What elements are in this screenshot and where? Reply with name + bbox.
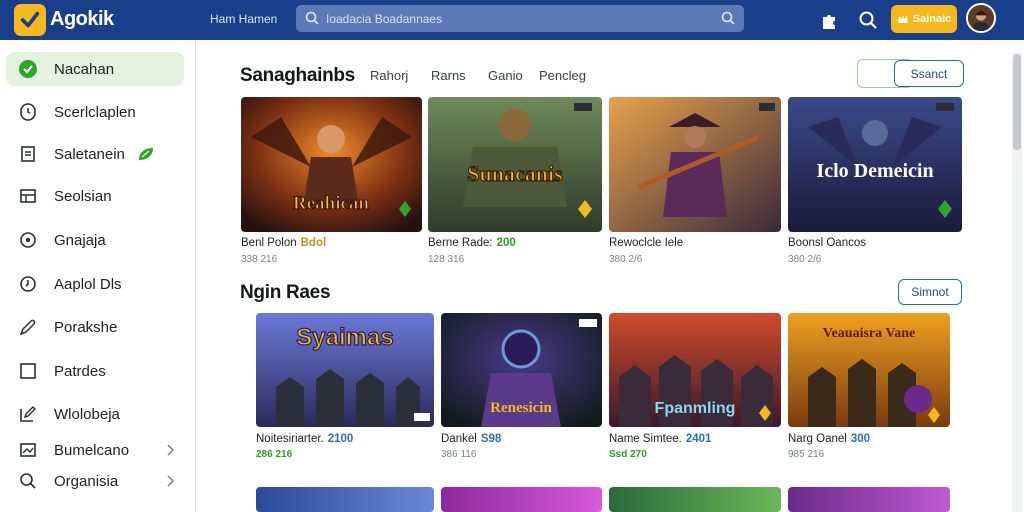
sidebar-item-selection[interactable]: Saletanein <box>6 137 184 171</box>
see-more-button[interactable]: Simnot <box>898 279 962 305</box>
sidebar-item-label: Porakshe <box>54 319 118 336</box>
search-icon <box>20 473 36 489</box>
sidebar-item-label: Aaplol Dls <box>54 276 122 293</box>
tab-rarns[interactable]: Rarns <box>431 68 466 83</box>
sidebar-item-label: Seolsian <box>54 188 112 205</box>
avatar[interactable] <box>966 3 996 33</box>
chevron-right-icon <box>167 444 175 456</box>
circle-icon <box>20 232 36 248</box>
card-title: Berne Rade: 200 <box>428 237 516 249</box>
sidebar-item-general[interactable]: Gnajaja <box>6 223 184 257</box>
search-bar[interactable] <box>296 5 744 32</box>
sidebar-item-parties[interactable]: Patrdes <box>6 354 184 388</box>
sidebar-item-label: Nacahan <box>54 61 115 78</box>
search-submit-icon[interactable] <box>720 10 736 26</box>
image-icon <box>20 443 36 457</box>
card-subtitle: 380 2/6 <box>609 254 643 265</box>
sidebar-item-label: Patrdes <box>54 363 106 380</box>
edit-icon <box>20 406 36 422</box>
game-card[interactable] <box>441 487 602 512</box>
card-subtitle: Ssd 270 <box>609 449 647 460</box>
sidebar: Nacahan Scerlclaplen Saletanein Seolsian… <box>0 40 196 512</box>
card-subtitle: 338 216 <box>241 254 278 265</box>
card-title: Rewoclcle Iele <box>609 237 684 249</box>
game-card[interactable]: Fpanmling <box>609 313 781 427</box>
sidebar-item-label: Organisia <box>54 473 119 490</box>
tab-recent[interactable]: Rahorj <box>370 68 408 83</box>
pen-icon <box>19 319 36 336</box>
game-card[interactable] <box>256 487 434 512</box>
card-title: Benl Polon Bdol <box>241 237 327 249</box>
document-icon <box>21 146 35 162</box>
game-card[interactable] <box>609 97 781 232</box>
card-art-title: Reahican <box>293 193 369 214</box>
search-input[interactable] <box>326 9 706 28</box>
game-card[interactable]: Renesicin <box>441 313 602 427</box>
card-art-title: Veauaisra Vane <box>823 326 915 341</box>
card-art-title: Fpanmling <box>655 400 736 417</box>
sidebar-item-session[interactable]: Seolsian <box>6 179 184 213</box>
card-subtitle: 985 216 <box>788 449 825 460</box>
search-icon[interactable] <box>857 9 879 31</box>
coins-button[interactable]: Sainaic <box>891 5 957 33</box>
game-card[interactable] <box>609 487 781 512</box>
puzzle-icon[interactable] <box>818 9 840 31</box>
home-link[interactable]: Ham Hamen <box>210 12 277 26</box>
card-subtitle: 380 2/6 <box>788 254 822 265</box>
card-art-title: Syaimas <box>296 324 393 351</box>
sidebar-item-organisia[interactable]: Organisia <box>6 464 184 498</box>
sidebar-item-label: Bumelcano <box>54 442 130 459</box>
tab-pencleg[interactable]: Pencleg <box>539 68 586 83</box>
game-card[interactable]: Sunacanis <box>428 97 602 232</box>
game-card[interactable] <box>788 487 950 512</box>
sidebar-item-label: Gnajaja <box>54 232 106 249</box>
sidebar-item-home[interactable]: Nacahan <box>6 52 184 86</box>
sidebar-item-label: Wlolobeja <box>54 406 120 423</box>
check-circle-icon <box>19 60 37 78</box>
card-art-title: Renesicin <box>490 400 552 416</box>
card-art-title: Sunacanis <box>467 161 563 186</box>
game-card[interactable]: Veauaisra Vane <box>788 313 950 427</box>
card-subtitle: 286 216 <box>256 449 293 460</box>
sidebar-item-bumelcano[interactable]: Bumelcano <box>6 433 184 467</box>
section-title: Sanaghainbs <box>240 65 355 86</box>
card-title: Name Simtee. 2401 <box>609 433 712 445</box>
tab-ganio[interactable]: Ganio <box>488 68 523 83</box>
sidebar-item-parks[interactable]: Porakshe <box>6 310 184 344</box>
card-subtitle: 128 316 <box>428 254 465 265</box>
top-bar: Agokik Ham Hamen Sainaic <box>0 0 1024 40</box>
game-card[interactable]: Syaimas <box>256 313 434 427</box>
search-section-button[interactable]: Ssanct <box>894 60 964 87</box>
square-icon <box>20 363 36 379</box>
game-card[interactable]: Iclo Demeicin <box>788 97 962 232</box>
sidebar-item-schedule[interactable]: Scerlclaplen <box>6 95 184 129</box>
sidebar-item-label: Saletanein <box>54 146 125 163</box>
scrollbar-thumb[interactable] <box>1013 54 1021 150</box>
card-title: Boonsl Oancos <box>788 237 866 249</box>
section-title: Ngin Raes <box>240 282 331 303</box>
coins-label: Sainaic <box>912 13 952 25</box>
search-icon <box>305 11 319 25</box>
clock-icon <box>20 103 36 121</box>
sidebar-item-workshop[interactable]: Wlolobeja <box>6 397 184 431</box>
card-title: Noitesiriarter. 2100 <box>256 433 354 445</box>
card-subtitle: 386 116 <box>441 449 477 460</box>
app-brand[interactable]: Agokik <box>50 8 114 31</box>
sidebar-item-apps[interactable]: Aaplol Dls <box>6 267 184 301</box>
alarm-icon <box>20 276 36 292</box>
card-title: Dankel S98 <box>441 433 502 445</box>
card-title: Narg Oanel 300 <box>788 433 870 445</box>
app-logo-icon[interactable] <box>14 4 46 36</box>
leaf-badge-icon <box>139 148 153 160</box>
card-art-title: Iclo Demeicin <box>816 160 933 182</box>
chevron-right-icon <box>167 475 175 487</box>
crown-icon <box>897 15 908 23</box>
game-card[interactable]: Reahican <box>241 97 422 232</box>
grid-icon <box>20 189 36 203</box>
sidebar-item-label: Scerlclaplen <box>54 104 136 121</box>
